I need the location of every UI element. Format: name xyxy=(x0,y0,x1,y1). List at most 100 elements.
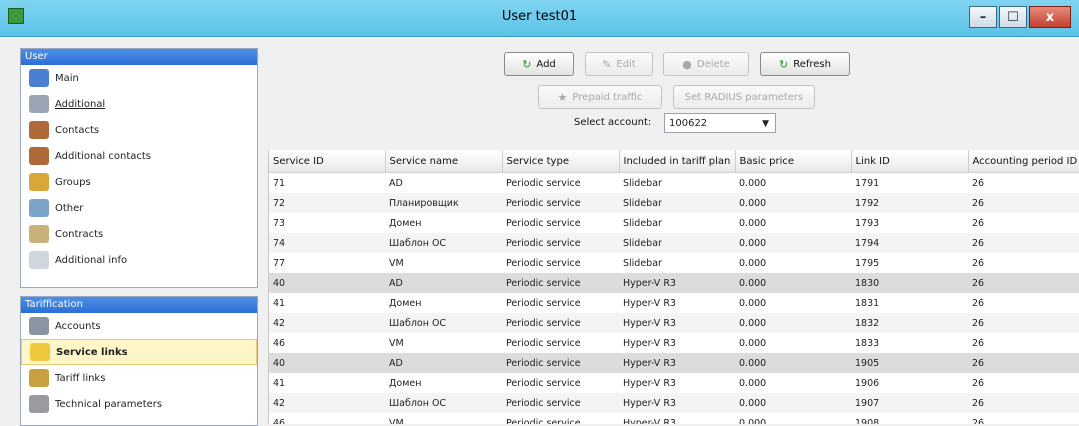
table-row[interactable]: 77 VM Periodic service Slidebar 0.000 1795 26 xyxy=(269,253,1079,273)
user-item-main[interactable]: Main xyxy=(21,65,257,91)
table-cell: Periodic service xyxy=(506,217,581,229)
table-cell: 1794 xyxy=(855,237,880,249)
user-item-contacts[interactable]: Contacts xyxy=(21,117,257,143)
user-item-additional-contacts[interactable]: Additional contacts xyxy=(21,143,257,169)
table-cell: Slidebar xyxy=(623,197,662,209)
table-cell: 77 xyxy=(273,257,286,269)
table-cell: 26 xyxy=(972,237,985,249)
table-cell: 26 xyxy=(972,417,985,425)
table-cell: AD xyxy=(389,277,403,289)
tariff-item-technical-parameters[interactable]: Technical parameters xyxy=(21,391,257,417)
table-cell: 72 xyxy=(273,197,286,209)
services-grid[interactable]: Service ID Service name Service type Includ… xyxy=(268,150,1079,424)
tariffication-panel-header: Tariffication xyxy=(21,297,257,313)
column-header[interactable]: Service ID xyxy=(269,150,386,173)
table-row[interactable]: 42 Шаблон ОС Periodic service Hyper-V R3 0.0… xyxy=(269,313,1079,333)
table-row[interactable]: 46 VM Periodic service Hyper-V R3 0.000 1908 2… xyxy=(269,413,1079,424)
set-radius-button[interactable]: Set RADIUS parameters xyxy=(673,85,815,109)
account-select[interactable]: 100622 ▼ xyxy=(664,113,776,133)
tariff-item-service-links[interactable]: Service links xyxy=(21,339,257,365)
close-button[interactable]: x xyxy=(1029,6,1071,28)
user-item-label: Additional xyxy=(55,98,106,110)
table-cell: 26 xyxy=(972,297,985,309)
account-select-value: 100622 xyxy=(669,118,708,129)
table-cell: Шаблон ОС xyxy=(389,317,447,329)
column-header[interactable]: Link ID xyxy=(851,150,969,173)
table-cell: 1795 xyxy=(855,257,880,269)
table-cell: 46 xyxy=(273,337,286,349)
refresh-icon: ↻ xyxy=(779,57,789,71)
user-item-label: Contacts xyxy=(55,124,100,136)
table-cell: 1793 xyxy=(855,217,880,229)
table-cell: 0.000 xyxy=(739,297,767,309)
table-cell: 1792 xyxy=(855,197,880,209)
table-row[interactable]: 73 Домен Periodic service Slidebar 0.000 1793… xyxy=(269,213,1079,233)
table-row[interactable]: 72 Планировщик Periodic service Slidebar 0.0… xyxy=(269,193,1079,213)
table-row[interactable]: 41 Домен Periodic service Hyper-V R3 0.000 19… xyxy=(269,373,1079,393)
table-cell: 0.000 xyxy=(739,237,767,249)
user-panel: User Main Additional Contacts Additional co… xyxy=(20,48,258,288)
table-cell: 74 xyxy=(273,237,286,249)
table-cell: VM xyxy=(389,337,404,349)
table-cell: Slidebar xyxy=(623,237,662,249)
user-item-additional-info[interactable]: Additional info xyxy=(21,247,257,273)
table-cell: 1908 xyxy=(855,417,880,425)
table-row[interactable]: 40 AD Periodic service Hyper-V R3 0.000 1830 2… xyxy=(269,273,1079,293)
star-icon: ★ xyxy=(557,90,568,104)
table-cell: 0.000 xyxy=(739,417,767,425)
column-header[interactable]: Service name xyxy=(385,150,503,173)
refresh-button[interactable]: ↻ Refresh xyxy=(760,52,850,76)
column-header[interactable]: Included in tariff plan xyxy=(619,150,736,173)
table-row[interactable]: 42 Шаблон ОС Periodic service Hyper-V R3 0.0… xyxy=(269,393,1079,413)
table-cell: 73 xyxy=(273,217,286,229)
user-item-label: Additional info xyxy=(55,254,128,266)
user-panel-header: User xyxy=(21,49,257,65)
edit-button[interactable]: ✎ Edit xyxy=(585,52,653,76)
table-cell: Hyper-V R3 xyxy=(623,377,676,389)
table-cell: 1791 xyxy=(855,177,880,189)
tools-icon xyxy=(29,395,49,413)
table-cell: Periodic service xyxy=(506,397,581,409)
table-cell: 26 xyxy=(972,257,985,269)
table-cell: 0.000 xyxy=(739,397,767,409)
table-cell: 0.000 xyxy=(739,277,767,289)
column-header[interactable]: Service type xyxy=(502,150,620,173)
table-cell: Hyper-V R3 xyxy=(623,417,676,425)
table-cell: Домен xyxy=(389,217,422,229)
table-row[interactable]: 41 Домен Periodic service Hyper-V R3 0.000 18… xyxy=(269,293,1079,313)
table-row[interactable]: 46 VM Periodic service Hyper-V R3 0.000 1833 2… xyxy=(269,333,1079,353)
table-cell: Slidebar xyxy=(623,257,662,269)
add-button[interactable]: ↻ Add xyxy=(504,52,574,76)
user-item-groups[interactable]: Groups xyxy=(21,169,257,195)
user-item-other[interactable]: Other xyxy=(21,195,257,221)
column-header[interactable]: Accounting period ID xyxy=(968,150,1079,173)
table-row[interactable]: 40 AD Periodic service Hyper-V R3 0.000 1905 2… xyxy=(269,353,1079,373)
table-cell: 0.000 xyxy=(739,197,767,209)
table-cell: VM xyxy=(389,257,404,269)
maximize-button[interactable]: ☐ xyxy=(999,6,1027,28)
delete-button[interactable]: ● Delete xyxy=(663,52,749,76)
user-item-additional[interactable]: Additional xyxy=(21,91,257,117)
table-cell: Hyper-V R3 xyxy=(623,337,676,349)
table-row[interactable]: 74 Шаблон ОС Periodic service Slidebar 0.000… xyxy=(269,233,1079,253)
table-cell: Slidebar xyxy=(623,177,662,189)
user-item-contracts[interactable]: Contracts xyxy=(21,221,257,247)
table-cell: Periodic service xyxy=(506,257,581,269)
table-cell: 0.000 xyxy=(739,337,767,349)
table-row[interactable]: 71 AD Periodic service Slidebar 0.000 1791 26 xyxy=(269,172,1079,193)
minimize-button[interactable]: – xyxy=(969,6,997,28)
tariff-item-accounts[interactable]: Accounts xyxy=(21,313,257,339)
table-cell: Hyper-V R3 xyxy=(623,397,676,409)
table-cell: 26 xyxy=(972,177,985,189)
pencil-icon: ✎ xyxy=(602,57,612,71)
table-cell: 26 xyxy=(972,217,985,229)
table-cell: Periodic service xyxy=(506,197,581,209)
add-icon: ↻ xyxy=(522,57,532,71)
table-cell: AD xyxy=(389,177,403,189)
prepaid-traffic-button[interactable]: ★ Prepaid traffic xyxy=(538,85,662,109)
table-cell: VM xyxy=(389,417,404,425)
table-cell: Slidebar xyxy=(623,217,662,229)
column-header[interactable]: Basic price xyxy=(735,150,852,173)
tariff-item-tariff-links[interactable]: Tariff links xyxy=(21,365,257,391)
table-cell: Periodic service xyxy=(506,237,581,249)
